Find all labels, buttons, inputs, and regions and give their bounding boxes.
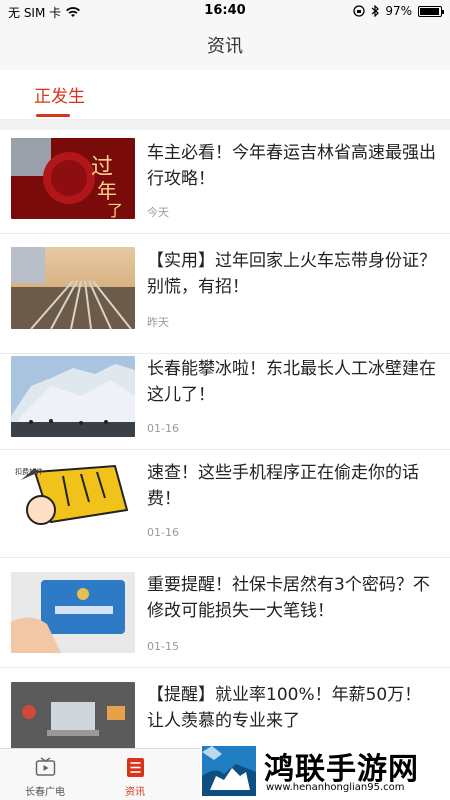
svg-text:年: 年: [97, 179, 117, 203]
bottom-tab-changchun-tv[interactable]: 长春广电: [10, 749, 80, 800]
news-item[interactable]: 过 年 了 车主必看！今年春运吉林省高速最强出行攻略！ 今天: [0, 130, 450, 234]
train-station-image: [11, 247, 135, 329]
news-date: 01-16: [147, 526, 179, 539]
news-item[interactable]: 重要提醒！社保卡居然有3个密码？不修改可能损失一大笔钱！ 01-15: [0, 558, 450, 668]
battery-percent: 97%: [385, 4, 412, 18]
news-date: 01-16: [147, 422, 179, 435]
news-title: 【实用】过年回家上火车忘带身份证？别慌，有招！: [147, 251, 436, 297]
news-title: 长春能攀冰啦！东北最长人工冰壁建在这儿了！: [147, 359, 436, 405]
watermark-logo-icon: [202, 746, 256, 796]
news-item[interactable]: 扣费软件 速查！这些手机程序正在偷走你的话费！ 01-16: [0, 450, 450, 558]
bottom-tab-news[interactable]: 资讯: [100, 749, 170, 800]
bottom-tab-label: 资讯: [125, 787, 145, 798]
news-title: 车主必看！今年春运吉林省高速最强出行攻略！: [147, 143, 436, 189]
svg-text:扣费软件: 扣费软件: [15, 467, 43, 476]
watermark-url: www.henanhonglian95.com: [266, 782, 405, 793]
tv-icon: [35, 757, 56, 776]
tab-zhengfasheng[interactable]: 正发生: [34, 82, 85, 107]
orientation-lock-icon: [353, 5, 365, 17]
status-bar: 无 SIM 卡 16:40 97%: [0, 0, 450, 24]
battery-icon: [418, 5, 444, 17]
svg-text:过: 过: [91, 155, 113, 180]
news-date: 昨天: [147, 316, 169, 329]
news-list-icon: [127, 758, 144, 777]
list-separator: [0, 120, 450, 130]
site-watermark: 鸿联手游网 www.henanhonglian95.com: [200, 742, 450, 800]
new-year-red-image: 过 年 了: [11, 138, 135, 219]
news-item[interactable]: 长春能攀冰啦！东北最长人工冰壁建在这儿了！ 01-16: [0, 354, 450, 450]
news-item[interactable]: 【实用】过年回家上火车忘带身份证？别慌，有招！ 昨天: [0, 234, 450, 354]
news-date: 今天: [147, 206, 169, 219]
phone-cartoon-image: 扣费软件: [11, 462, 135, 543]
news-title: 【提醒】就业率100%！年薪50万！让人羡慕的专业来了: [147, 685, 422, 731]
nav-bar: 资讯: [0, 24, 450, 70]
bottom-tab-label: 长春广电: [25, 787, 65, 798]
news-date: 01-15: [147, 640, 179, 653]
ice-wall-image: [11, 356, 135, 437]
svg-text:了: 了: [107, 201, 123, 219]
category-tab-bar: 正发生: [0, 70, 450, 120]
news-title: 速查！这些手机程序正在偷走你的话费！: [147, 463, 419, 509]
social-security-card-image: [11, 572, 135, 653]
status-right: 97%: [353, 4, 444, 18]
news-title: 重要提醒！社保卡居然有3个密码？不修改可能损失一大笔钱！: [147, 575, 430, 621]
battery-level: [420, 7, 439, 15]
bluetooth-icon: [371, 5, 380, 17]
page-title: 资讯: [207, 36, 243, 57]
active-tab-indicator: [36, 114, 70, 117]
